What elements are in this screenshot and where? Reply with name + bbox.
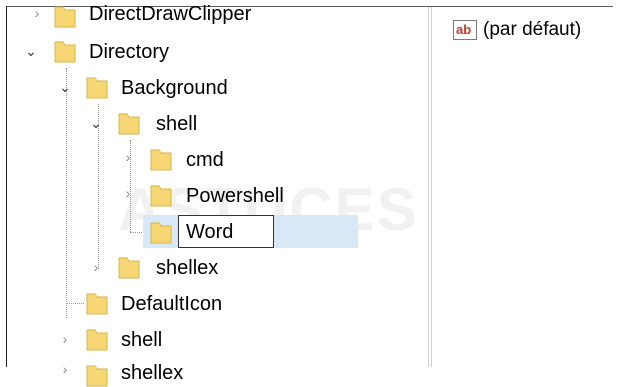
folder-icon <box>150 145 172 171</box>
folder-icon <box>150 181 172 207</box>
chevron-right-icon[interactable]: › <box>89 260 103 274</box>
tree-connector <box>130 232 144 233</box>
default-value-name[interactable]: (par défaut) <box>483 18 581 42</box>
tree-item-label[interactable]: Directory <box>89 40 169 64</box>
tree-connector <box>66 68 67 318</box>
chevron-right-icon[interactable]: › <box>30 6 44 20</box>
rename-input-text[interactable]: Word <box>186 220 233 244</box>
folder-icon <box>118 109 140 135</box>
svg-text:ab: ab <box>456 22 471 37</box>
tree-item-label[interactable]: shellex <box>156 256 218 280</box>
folder-icon <box>54 2 76 28</box>
chevron-down-icon[interactable]: ⌄ <box>24 44 38 58</box>
tree-item-label[interactable]: Powershell <box>186 184 284 208</box>
tree-item-label[interactable]: shell <box>156 112 197 136</box>
chevron-right-icon[interactable]: › <box>121 186 135 200</box>
folder-icon <box>86 325 108 351</box>
tree-item-label[interactable]: cmd <box>186 148 224 172</box>
folder-icon <box>150 218 172 244</box>
chevron-right-icon[interactable]: › <box>121 150 135 164</box>
chevron-right-icon[interactable]: › <box>58 332 72 346</box>
pane-splitter[interactable] <box>428 7 429 367</box>
chevron-right-icon[interactable]: › <box>58 362 72 376</box>
tree-item-label[interactable]: shellex <box>121 361 183 385</box>
chevron-down-icon[interactable]: ⌄ <box>89 116 103 130</box>
folder-icon <box>86 73 108 99</box>
chevron-down-icon[interactable]: ⌄ <box>58 80 72 94</box>
ab-string-value-icon: ab <box>453 20 477 40</box>
folder-icon <box>86 289 108 315</box>
folder-icon <box>118 253 140 279</box>
folder-icon <box>86 361 108 387</box>
tree-item-label[interactable]: Background <box>121 76 228 100</box>
tree-connector <box>66 303 84 304</box>
tree-item-label[interactable]: DefaultIcon <box>121 292 222 316</box>
values-pane[interactable] <box>432 7 613 367</box>
folder-icon <box>54 37 76 63</box>
tree-item-label[interactable]: DirectDrawClipper <box>89 2 251 26</box>
tree-item-label[interactable]: shell <box>121 328 162 352</box>
